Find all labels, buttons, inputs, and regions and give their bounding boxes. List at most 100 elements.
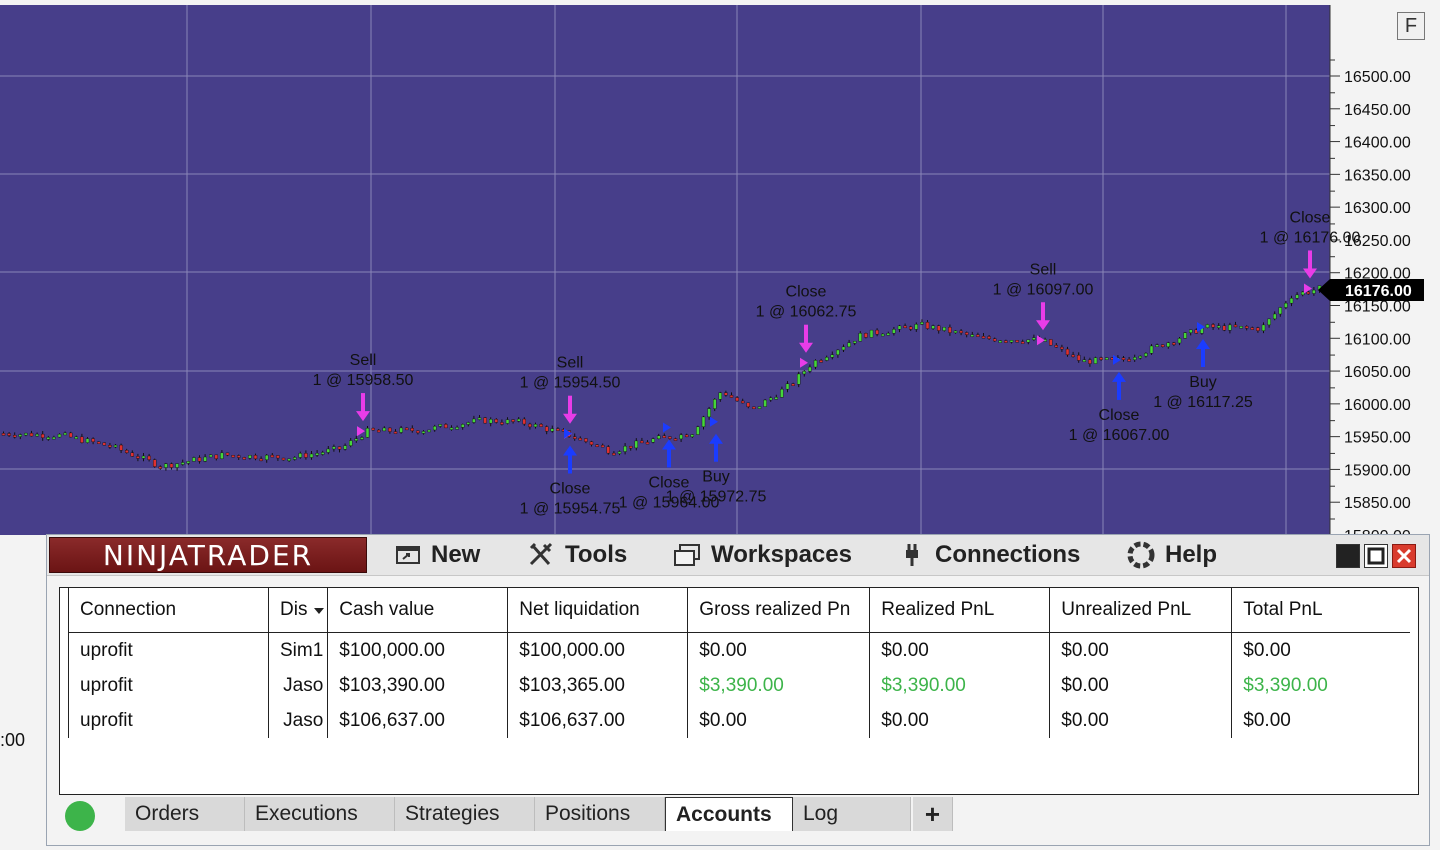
close-button[interactable] [1392,544,1416,568]
candle [864,332,868,339]
price-axis-label: 15850.00 [1344,495,1411,512]
candle [242,456,247,460]
trade-label-action: Sell [350,352,377,369]
column-header[interactable]: Unrealized PnL [1049,588,1233,633]
candle [281,457,286,461]
column-header[interactable]: Realized PnL [869,588,1051,633]
menu-connections-label: Connections [935,541,1081,568]
table-cell: Jaso [268,703,329,738]
trade-label-price: 1 @ 16067.00 [1069,427,1170,444]
table-cell: $0.00 [1049,703,1233,738]
candle [1183,331,1187,339]
table-cell: $106,637.00 [327,703,509,738]
menu-help[interactable]: Help [1127,539,1217,571]
table-cell: uprofit [68,668,269,703]
candle [1015,340,1019,343]
price-axis-label: 15950.00 [1344,430,1411,447]
menu-connections[interactable]: Connections [899,539,1080,571]
table-cell: $103,365.00 [507,668,689,703]
table-cell: $100,000.00 [327,632,509,668]
candle [483,416,487,424]
candle [1160,344,1165,348]
table-cell: Jaso [268,668,329,703]
table-cell: $0.00 [869,632,1051,668]
trade-label-action: Buy [1189,374,1217,391]
candle [1205,323,1210,329]
add-tab-button[interactable]: + [913,797,953,831]
price-axis-label: 16450.00 [1344,102,1411,119]
background-window-text: :00 [0,730,26,750]
float-button[interactable]: F [1397,12,1425,40]
menu-tools[interactable]: Tools [527,539,627,571]
accounts-grid[interactable]: Connection Dis Cash value Net liquidatio… [59,587,1419,795]
price-axis-label: 15900.00 [1344,462,1411,479]
workspaces-icon [674,544,700,566]
table-cell: $3,390.00 [687,668,871,703]
trade-label-action: Buy [702,469,730,486]
menu-workspaces[interactable]: Workspaces [673,539,852,571]
candle [405,427,409,431]
candle [427,429,431,433]
column-header[interactable]: Gross realized Pn [687,588,871,633]
tab-orders[interactable]: Orders [125,797,245,831]
column-header-display[interactable]: Dis [268,588,329,633]
plug-icon [906,544,918,566]
tab-positions[interactable]: Positions [535,797,665,831]
price-axis-labels: 16500.00 16450.00 16400.00 16350.00 16300.00… [1344,69,1411,545]
trade-label-action: Close [1099,407,1140,424]
column-header[interactable]: Total PnL [1231,588,1410,633]
maximize-icon [1367,547,1385,565]
trade-label-action: Close [550,481,591,498]
tab-accounts[interactable]: Accounts [665,797,793,831]
last-price-label: 16176.00 [1345,283,1412,300]
maximize-button[interactable] [1364,544,1388,568]
table-cell: $103,390.00 [327,668,509,703]
price-axis-label: 16400.00 [1344,135,1411,152]
trade-label-price: 1 @ 15954.75 [520,501,621,518]
control-center-window[interactable]: NINJATRADER New Tools Workspaces Connect… [46,534,1430,846]
column-header[interactable]: Cash value [327,588,509,633]
table-row[interactable]: uprofit Jaso $106,637.00 $106,637.00 $0.00 $0… [68,703,1410,738]
column-header[interactable]: Net liquidation [507,588,689,633]
tab-log[interactable]: Log [793,797,911,831]
candle [763,398,767,407]
table-cell: $0.00 [869,703,1051,738]
table-row[interactable]: uprofit Jaso $103,390.00 $103,365.00 $3,390.… [68,668,1410,703]
table-header-row: Connection Dis Cash value Net liquidatio… [68,588,1410,633]
table-cell: $100,000.00 [507,632,689,668]
table-cell: $0.00 [1243,709,1291,731]
trade-label-price: 1 @ 16097.00 [993,281,1094,298]
table-cell: $0.00 [687,703,871,738]
table-cell: uprofit [68,703,269,738]
candle [152,458,157,468]
sort-dropdown-icon [313,608,324,614]
table-cell: $0.00 [687,632,871,668]
price-axis-label: 16000.00 [1344,397,1411,414]
price-axis-label: 16050.00 [1344,364,1411,381]
candle [757,406,762,409]
candle [231,455,235,458]
trade-label-price: 1 @ 16176.00 [1260,229,1361,246]
price-axis-label: 16500.00 [1344,69,1411,86]
last-price-marker: 16176.00 [1318,279,1424,301]
price-axis-label: 16350.00 [1344,167,1411,184]
trade-label-action: Sell [557,355,584,372]
candle [96,441,101,444]
menu-workspaces-label: Workspaces [711,541,852,568]
tab-executions[interactable]: Executions [245,797,395,831]
trade-label-price: 1 @ 16117.25 [1153,394,1253,411]
minimize-button[interactable] [1336,544,1360,568]
candle [869,329,874,338]
menu-new[interactable]: New [395,539,480,571]
table-row[interactable]: uprofit Sim1 $100,000.00 $100,000.00 $0.00 $0… [68,632,1410,668]
new-window-icon [396,546,420,564]
column-header[interactable]: Connection [68,588,269,633]
menu-help-label: Help [1165,541,1218,568]
close-icon [1396,548,1412,564]
tab-strategies[interactable]: Strategies [395,797,535,831]
candle [1239,326,1243,329]
trade-label-action: Close [786,284,827,301]
ninjatrader-logo: NINJATRADER [49,537,367,573]
candle [1104,357,1109,360]
background-window: :00 [0,576,47,760]
